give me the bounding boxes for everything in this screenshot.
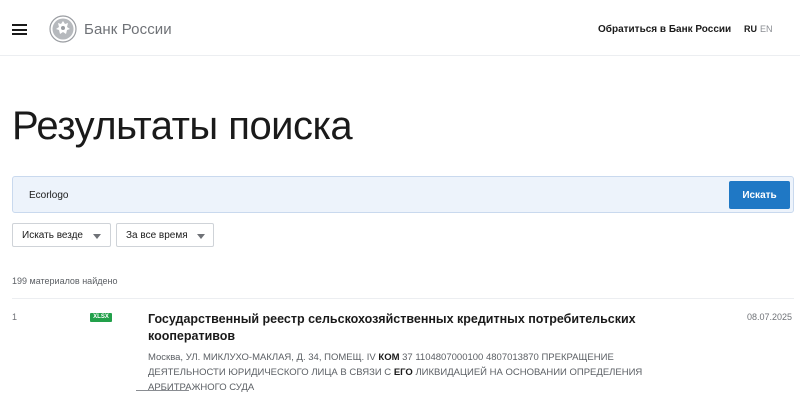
snippet-text: Москва, УЛ. МИКЛУХО-МАКЛАЯ, Д. 34, ПОМЕЩ… — [148, 352, 379, 363]
bank-emblem-icon[interactable] — [49, 15, 77, 43]
snippet-highlight: КОМ — [378, 352, 400, 363]
snippet-highlight: ЕГО — [393, 367, 413, 378]
result-title-link[interactable]: Государственный реестр сельскохозяйствен… — [148, 311, 688, 345]
lang-ru-link[interactable]: RU — [744, 24, 757, 34]
divider — [12, 298, 794, 299]
page-title: Результаты поиска — [12, 104, 353, 148]
contact-bank-link[interactable]: Обратиться в Банк России — [598, 24, 731, 35]
result-snippet: Москва, УЛ. МИКЛУХО-МАКЛАЯ, Д. 34, ПОМЕЩ… — [148, 350, 688, 393]
search-scope-label: Искать везде — [22, 230, 83, 241]
chevron-down-icon — [197, 234, 205, 239]
divider — [136, 390, 189, 391]
result-index: 1 — [12, 312, 18, 322]
search-button[interactable]: Искать — [729, 181, 790, 209]
lang-en-link[interactable]: EN — [760, 24, 773, 34]
time-range-dropdown[interactable]: За все время — [116, 223, 214, 247]
menu-icon[interactable] — [12, 24, 27, 35]
logo-text[interactable]: Банк России — [84, 21, 172, 38]
file-type-badge: XLSX — [90, 313, 112, 322]
search-input[interactable] — [29, 187, 709, 203]
chevron-down-icon — [93, 234, 101, 239]
result-date: 08.07.2025 — [747, 312, 793, 322]
results-count: 199 материалов найдено — [12, 276, 118, 286]
time-range-label: За все время — [126, 230, 188, 241]
search-scope-dropdown[interactable]: Искать везде — [12, 223, 111, 247]
search-bar: Искать — [12, 176, 794, 213]
site-header: Банк России Обратиться в Банк России RU … — [0, 0, 800, 56]
